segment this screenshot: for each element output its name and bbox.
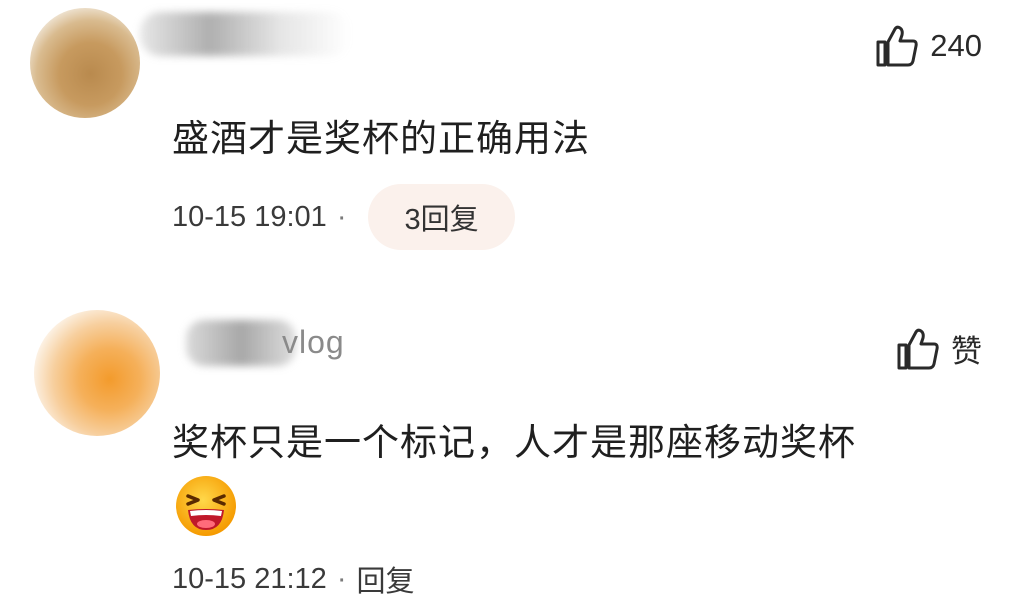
- timestamp: 10-15 21:12: [172, 562, 327, 595]
- thumbs-up-icon: [895, 327, 941, 371]
- reply-button[interactable]: 回复: [356, 558, 414, 600]
- username-blurred[interactable]: [140, 12, 350, 56]
- username-blurred[interactable]: [186, 320, 296, 366]
- like-button[interactable]: 赞: [895, 326, 982, 371]
- username-fragment[interactable]: vlog: [282, 324, 345, 361]
- comment-meta: 10-15 21:12 · 回复: [172, 558, 415, 600]
- laughing-emoji-icon: [174, 474, 238, 538]
- thumbs-up-icon: [874, 24, 920, 68]
- comment-text: 奖杯只是一个标记，人才是那座移动奖杯: [172, 421, 856, 464]
- comment-meta: 10-15 19:01 · 3回复: [172, 184, 515, 250]
- comment-text: 盛酒才是奖杯的正确用法: [172, 117, 590, 160]
- comment-item: vlog 赞 奖杯只是一个标记，人才是那座移动奖杯 10-15 21:12 · …: [0, 290, 1024, 598]
- like-label: 赞: [951, 334, 982, 369]
- separator-dot: ·: [336, 200, 347, 233]
- like-count: 240: [930, 28, 982, 63]
- avatar[interactable]: [30, 8, 140, 118]
- replies-button[interactable]: 3回复: [368, 184, 515, 250]
- avatar[interactable]: [34, 310, 160, 436]
- comment-item: 240 盛酒才是奖杯的正确用法 10-15 19:01 · 3回复: [0, 0, 1024, 270]
- timestamp: 10-15 19:01: [172, 200, 327, 233]
- separator-dot: ·: [336, 562, 347, 595]
- like-button[interactable]: 240: [874, 24, 982, 68]
